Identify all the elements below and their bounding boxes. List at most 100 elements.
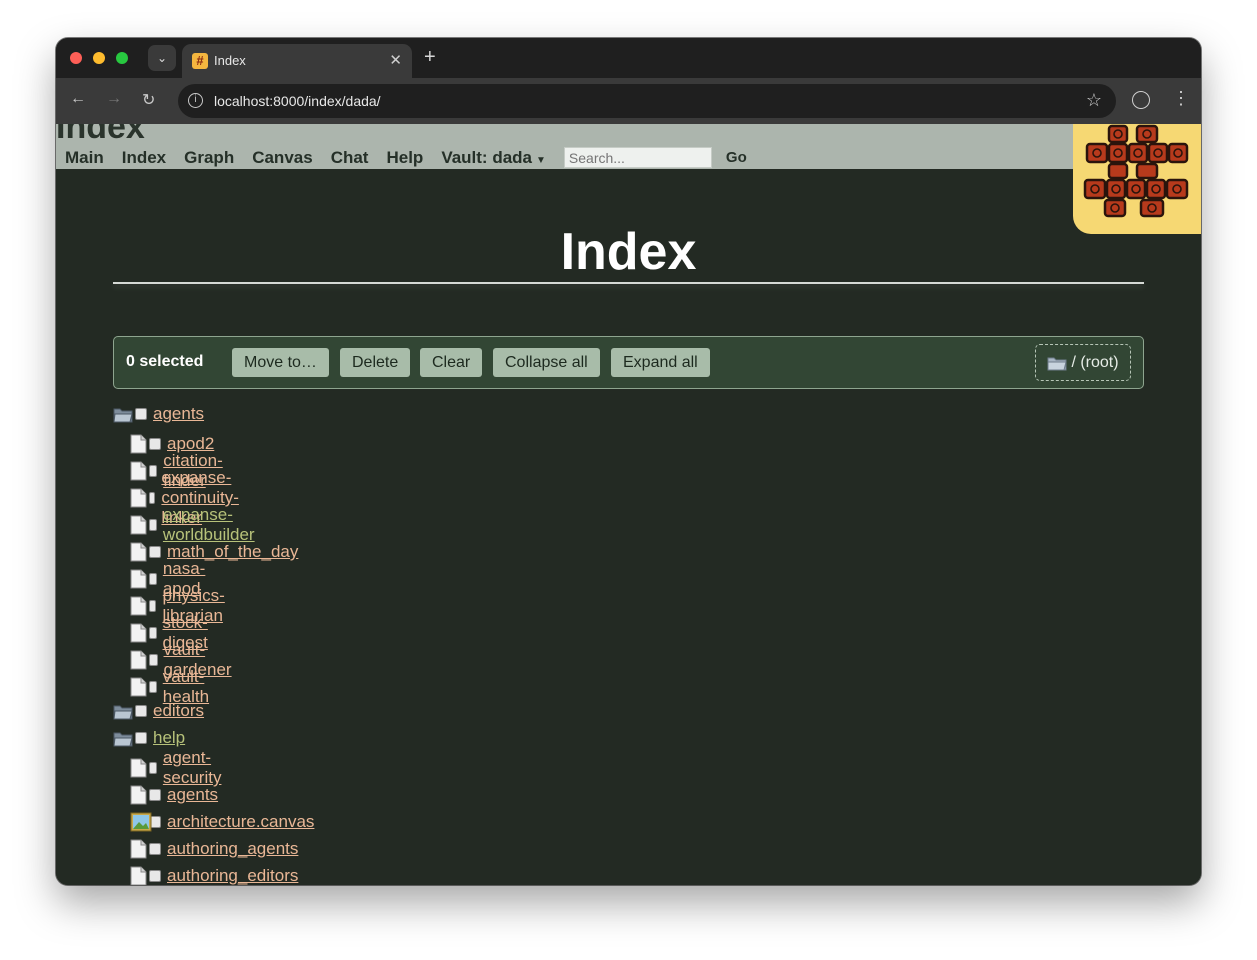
select-checkbox[interactable]	[149, 465, 158, 477]
clear-button[interactable]: Clear	[420, 348, 483, 377]
move-to-button[interactable]: Move to…	[232, 348, 329, 377]
maximize-window-button[interactable]	[116, 52, 128, 64]
vault-label: Vault: dada	[441, 147, 532, 167]
document-icon	[130, 596, 147, 616]
nav-canvas[interactable]: Canvas	[252, 148, 312, 168]
delete-button[interactable]: Delete	[340, 348, 411, 377]
file-link[interactable]: agents	[167, 785, 218, 805]
profile-icon[interactable]	[1132, 91, 1150, 109]
document-icon	[130, 515, 147, 535]
site-title: Index	[56, 124, 145, 146]
document-icon	[130, 461, 147, 481]
select-checkbox[interactable]	[149, 438, 161, 450]
folder-link[interactable]: editors	[153, 701, 204, 721]
nav-main[interactable]: Main	[65, 148, 104, 168]
tab-bar: ⌄ # Index ✕ +	[56, 38, 1201, 78]
nav-graph[interactable]: Graph	[184, 148, 234, 168]
file-link[interactable]: agent-security	[163, 748, 226, 788]
root-drop-target[interactable]: / (root)	[1035, 344, 1131, 381]
bulk-action-bar: 0 selected Move to… Delete Clear Collaps…	[113, 336, 1144, 389]
tab-search-chevron-icon[interactable]: ⌄	[148, 45, 176, 71]
document-icon	[130, 839, 147, 859]
document-icon	[130, 785, 147, 805]
bookmark-star-icon[interactable]: ☆	[1086, 90, 1102, 111]
address-bar[interactable]: i localhost:8000/index/dada/ ☆	[178, 84, 1116, 118]
select-checkbox[interactable]	[149, 654, 158, 666]
browser-window: ⌄ # Index ✕ + ← → ↻ i localhost:8000/ind…	[56, 38, 1201, 885]
go-button[interactable]: Go	[726, 149, 747, 166]
nav-chat[interactable]: Chat	[331, 148, 369, 168]
folder-icon[interactable]	[113, 703, 133, 720]
document-icon	[130, 650, 147, 670]
tree-folder-row: editors	[113, 699, 204, 723]
site-header: Index Main Index Graph Canvas Chat Help …	[56, 124, 1201, 234]
expand-all-button[interactable]: Expand all	[611, 348, 710, 377]
document-icon	[130, 866, 147, 885]
collapse-all-button[interactable]: Collapse all	[493, 348, 600, 377]
folder-link[interactable]: agents	[153, 404, 204, 424]
tab-index[interactable]: # Index ✕	[182, 44, 412, 78]
favicon-hash-icon: #	[192, 53, 208, 69]
nav-index[interactable]: Index	[122, 148, 166, 168]
folder-icon[interactable]	[113, 406, 133, 423]
close-window-button[interactable]	[70, 52, 82, 64]
tree-file-row: agent-security	[130, 748, 226, 787]
vault-selector[interactable]: Vault: dada ▼	[441, 148, 546, 168]
select-checkbox[interactable]	[149, 843, 161, 855]
select-checkbox[interactable]	[149, 573, 157, 585]
new-tab-plus-icon[interactable]: +	[424, 46, 436, 69]
tree-file-row: math_of_the_day	[130, 540, 298, 564]
file-link[interactable]: authoring_editors	[167, 866, 298, 885]
hash-glyph-logo-icon	[1083, 124, 1189, 218]
back-arrow-icon[interactable]: ←	[70, 90, 86, 108]
document-icon	[130, 434, 147, 454]
select-checkbox[interactable]	[149, 519, 157, 531]
selected-count: 0 selected	[126, 353, 204, 370]
select-checkbox[interactable]	[149, 546, 161, 558]
nav-help[interactable]: Help	[386, 148, 423, 168]
page-viewport: Index Main Index Graph Canvas Chat Help …	[56, 124, 1201, 885]
select-checkbox[interactable]	[149, 627, 157, 639]
folder-icon	[1047, 357, 1068, 370]
tab-close-icon[interactable]: ✕	[389, 51, 402, 69]
folder-icon[interactable]	[113, 730, 133, 747]
tree-file-row: architecture.canvas	[130, 810, 314, 834]
search-input[interactable]	[563, 147, 712, 168]
select-checkbox[interactable]	[149, 492, 156, 504]
file-link[interactable]: expanse-worldbuilder	[163, 505, 259, 545]
tree-folder-row: agents	[113, 402, 204, 426]
select-checkbox[interactable]	[135, 408, 147, 420]
folder-link[interactable]: help	[153, 728, 185, 748]
tree-file-row: vault-health	[130, 667, 213, 706]
title-divider	[113, 282, 1144, 284]
select-checkbox[interactable]	[149, 762, 157, 774]
file-link[interactable]: authoring_agents	[167, 839, 298, 859]
select-checkbox[interactable]	[149, 789, 161, 801]
image-file-icon	[130, 812, 152, 832]
forward-arrow-icon[interactable]: →	[106, 90, 122, 108]
select-checkbox[interactable]	[149, 870, 161, 882]
select-checkbox[interactable]	[135, 732, 147, 744]
select-checkbox[interactable]	[135, 705, 147, 717]
main-nav: Main Index Graph Canvas Chat Help Vault:…	[65, 147, 747, 168]
site-info-icon[interactable]: i	[188, 93, 203, 108]
tree-file-row: agents	[130, 783, 218, 807]
file-link[interactable]: architecture.canvas	[167, 812, 314, 832]
caret-down-icon: ▼	[536, 154, 546, 166]
document-icon	[130, 488, 147, 508]
document-icon	[130, 758, 147, 778]
document-icon	[130, 569, 147, 589]
vault-logo[interactable]	[1073, 124, 1201, 234]
minimize-window-button[interactable]	[93, 52, 105, 64]
tree-file-row: authoring_agents	[130, 837, 298, 861]
reload-icon[interactable]: ↻	[142, 90, 155, 110]
tree-file-row: expanse-worldbuilder	[130, 505, 259, 544]
browser-toolbar: ← → ↻ i localhost:8000/index/dada/ ☆ ⋮	[56, 78, 1201, 124]
document-icon	[130, 542, 147, 562]
select-checkbox[interactable]	[149, 681, 157, 693]
kebab-menu-icon[interactable]: ⋮	[1172, 89, 1190, 107]
document-icon	[130, 623, 147, 643]
root-label: / (root)	[1071, 353, 1119, 371]
select-checkbox[interactable]	[149, 600, 157, 612]
address-url[interactable]: localhost:8000/index/dada/	[214, 93, 381, 109]
